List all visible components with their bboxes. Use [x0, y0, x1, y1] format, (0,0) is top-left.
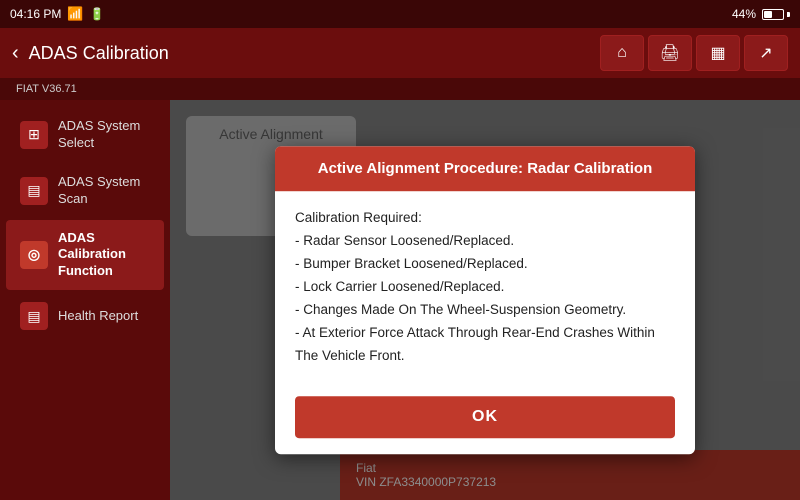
nav-icons: ⌂ 🖨 ▦ ↗ — [600, 35, 788, 71]
dialog: Active Alignment Procedure: Radar Calibr… — [275, 146, 695, 454]
version-bar: FIAT V36.71 — [0, 78, 800, 100]
nav-left: ‹ ADAS Calibration — [12, 42, 169, 65]
dialog-body-text: Calibration Required:- Radar Sensor Loos… — [295, 210, 655, 363]
health-report-icon: ▤ — [20, 302, 48, 330]
status-left: 04:16 PM 📶 🔋 — [10, 6, 105, 22]
top-nav: ‹ ADAS Calibration ⌂ 🖨 ▦ ↗ — [0, 28, 800, 78]
content-area: Active Alignment Active Alignment Proced… — [170, 100, 800, 500]
ok-button[interactable]: OK — [295, 396, 675, 438]
dialog-header: Active Alignment Procedure: Radar Calibr… — [275, 146, 695, 191]
adas-system-scan-icon: ▤ — [20, 177, 48, 205]
sidebar-item-adas-calibration-function[interactable]: ◎ ADAS Calibration Function — [6, 220, 164, 291]
sidebar-item-health-report[interactable]: ▤ Health Report — [6, 292, 164, 340]
page-title: ADAS Calibration — [29, 43, 169, 64]
grid-button[interactable]: ▦ — [696, 35, 740, 71]
sidebar-item-adas-system-scan[interactable]: ▤ ADAS System Scan — [6, 164, 164, 218]
sidebar-item-adas-system-select-label: ADAS System Select — [58, 118, 150, 152]
status-right: 44% — [732, 7, 790, 21]
home-button[interactable]: ⌂ — [600, 35, 644, 71]
export-button[interactable]: ↗ — [744, 35, 788, 71]
adas-calibration-function-icon: ◎ — [20, 241, 48, 269]
sidebar: ⊞ ADAS System Select ▤ ADAS System Scan … — [0, 100, 170, 500]
dialog-title: Active Alignment Procedure: Radar Calibr… — [318, 160, 653, 177]
sidebar-item-adas-calibration-function-label: ADAS Calibration Function — [58, 230, 150, 281]
main-layout: ⊞ ADAS System Select ▤ ADAS System Scan … — [0, 100, 800, 500]
time-display: 04:16 PM — [10, 7, 61, 21]
battery-percent: 44% — [732, 7, 756, 21]
dialog-footer: OK — [275, 384, 695, 454]
status-bar: 04:16 PM 📶 🔋 44% — [0, 0, 800, 28]
sim-icon: 🔋 — [90, 7, 105, 21]
back-button[interactable]: ‹ — [12, 42, 19, 65]
sidebar-item-adas-system-scan-label: ADAS System Scan — [58, 174, 150, 208]
dialog-body: Calibration Required:- Radar Sensor Loos… — [275, 191, 695, 384]
print-button[interactable]: 🖨 — [648, 35, 692, 71]
battery-icon — [762, 9, 790, 20]
version-label: FIAT V36.71 — [16, 83, 77, 95]
wifi-icon: 📶 — [67, 6, 83, 22]
sidebar-item-adas-system-select[interactable]: ⊞ ADAS System Select — [6, 108, 164, 162]
sidebar-item-health-report-label: Health Report — [58, 308, 138, 325]
adas-system-select-icon: ⊞ — [20, 121, 48, 149]
